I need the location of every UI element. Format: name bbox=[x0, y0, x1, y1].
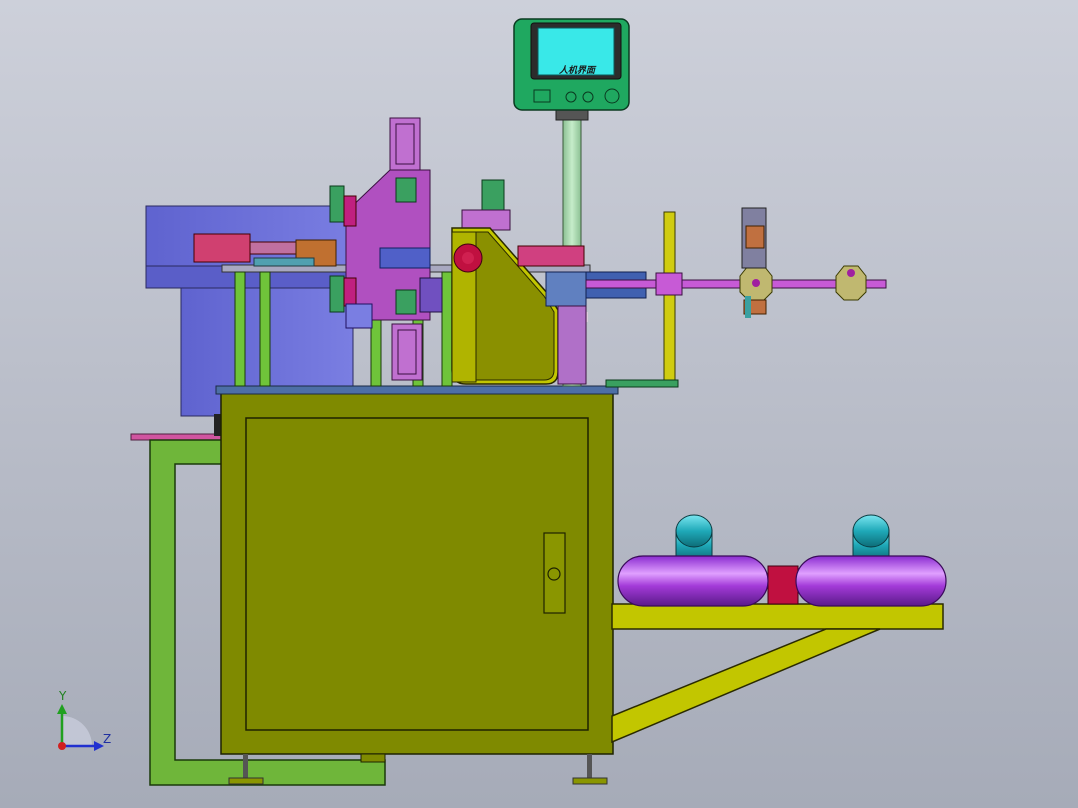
hmi-label: 人机界面 bbox=[559, 65, 597, 76]
cad-viewport[interactable]: 人机界面 Y Z bbox=[0, 0, 1078, 808]
machine-drawing: 人机界面 Y Z bbox=[0, 0, 1078, 808]
hmi-knob-2-icon bbox=[582, 91, 594, 103]
cabinet-door bbox=[245, 417, 589, 731]
z-axis-label: Z bbox=[103, 732, 111, 746]
y-axis-label: Y bbox=[58, 689, 67, 703]
cabinet bbox=[215, 385, 619, 763]
hmi-estop-icon bbox=[604, 88, 620, 104]
hmi-panel[interactable]: 人机界面 bbox=[513, 18, 630, 111]
hmi-display-slot bbox=[533, 89, 551, 103]
hmi-knob-1-icon bbox=[565, 91, 577, 103]
door-handle bbox=[543, 532, 566, 614]
